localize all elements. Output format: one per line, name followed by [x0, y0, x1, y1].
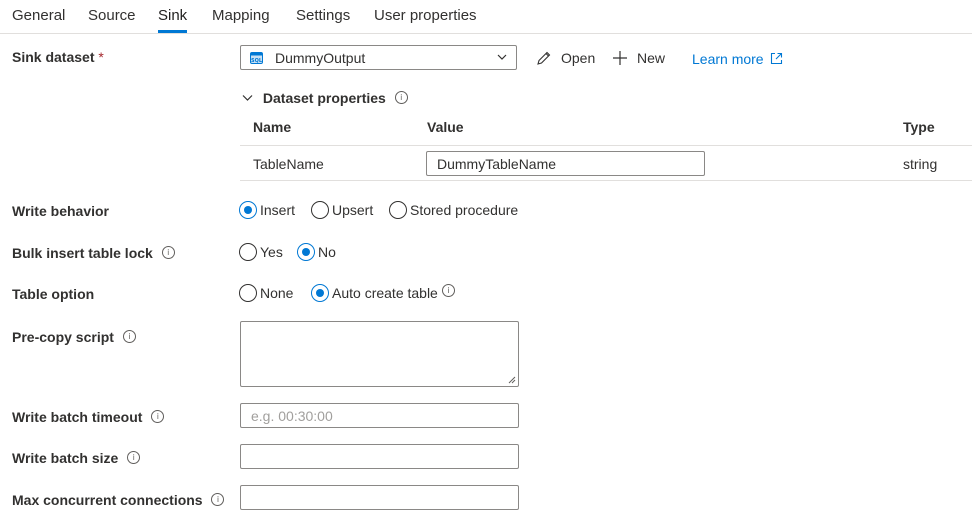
tab-general[interactable]: General: [12, 7, 65, 24]
active-tab-indicator: [158, 30, 187, 33]
radio-label: Upsert: [332, 202, 374, 218]
info-icon: i: [161, 246, 175, 259]
learn-more-link[interactable]: Learn more: [692, 51, 783, 67]
info-icon: i: [122, 330, 136, 343]
required-marker: *: [98, 49, 104, 65]
max-concurrent-connections-label-text: Max concurrent connections: [12, 492, 203, 508]
write-batch-timeout-label: Write batch timeout i: [12, 409, 165, 425]
radio-circle-selected: [239, 201, 257, 219]
write-batch-timeout-input[interactable]: [240, 403, 519, 428]
radio-circle-selected: [297, 243, 315, 261]
radio-label: No: [318, 244, 336, 260]
sql-table-icon: SQL: [250, 52, 263, 64]
table-option-label: Table option: [12, 286, 95, 302]
radio-circle-selected: [311, 284, 329, 302]
tab-sink[interactable]: Sink: [158, 7, 187, 24]
pre-copy-script-label-text: Pre-copy script: [12, 329, 114, 345]
tab-settings[interactable]: Settings: [296, 7, 350, 24]
table-name-input[interactable]: [426, 151, 705, 176]
property-name: TableName: [253, 156, 324, 172]
max-concurrent-connections-label: Max concurrent connections i: [12, 492, 225, 508]
write-behavior-label: Write behavior: [12, 203, 109, 219]
write-batch-timeout-label-text: Write batch timeout: [12, 409, 143, 425]
sink-dataset-dropdown[interactable]: SQL DummyOutput: [240, 45, 517, 70]
column-header-type: Type: [903, 119, 935, 135]
radio-label: None: [260, 285, 294, 301]
sink-dataset-value: DummyOutput: [275, 50, 366, 66]
radio-label: Stored procedure: [410, 202, 519, 218]
info-icon: i: [211, 493, 225, 506]
sink-dataset-label-text: Sink dataset: [12, 49, 95, 65]
radio-label: Insert: [260, 202, 296, 218]
learn-more-label: Learn more: [692, 51, 764, 67]
table-divider: [240, 145, 972, 146]
bulk-insert-label-text: Bulk insert table lock: [12, 245, 153, 261]
radio-circle: [239, 243, 257, 261]
tab-mapping[interactable]: Mapping: [212, 7, 270, 24]
dataset-properties-toggle[interactable]: Dataset properties i: [242, 90, 408, 106]
write-batch-size-label: Write batch size i: [12, 450, 141, 466]
tab-user-properties[interactable]: User properties: [374, 7, 477, 24]
info-icon: i: [442, 284, 455, 297]
column-header-value: Value: [427, 119, 464, 135]
bulk-insert-table-lock-label: Bulk insert table lock i: [12, 245, 175, 261]
table-divider: [240, 180, 972, 181]
dataset-properties-title: Dataset properties: [262, 90, 386, 106]
info-icon: i: [394, 91, 408, 104]
resize-handle-icon[interactable]: [508, 376, 516, 384]
new-label: New: [637, 50, 666, 66]
write-batch-size-input[interactable]: [240, 444, 519, 469]
chevron-down-icon: [242, 95, 253, 101]
max-concurrent-connections-input[interactable]: [240, 485, 519, 510]
external-link-icon: [771, 52, 783, 65]
radio-label: Auto create table: [332, 285, 438, 301]
info-icon: i: [127, 451, 141, 464]
plus-icon: [613, 51, 627, 65]
property-type: string: [903, 156, 938, 172]
pre-copy-script-label: Pre-copy script i: [12, 329, 136, 345]
tab-bar: General Source Sink Mapping Settings Use…: [0, 0, 972, 34]
radio-label: Yes: [260, 244, 283, 260]
chevron-down-icon: [497, 54, 507, 60]
column-header-name: Name: [253, 119, 292, 135]
radio-circle: [239, 284, 257, 302]
open-label: Open: [561, 50, 596, 66]
pre-copy-script-textarea[interactable]: [240, 321, 519, 387]
sink-dataset-label: Sink dataset *: [12, 49, 104, 65]
write-batch-size-label-text: Write batch size: [12, 450, 119, 466]
tab-source[interactable]: Source: [88, 7, 136, 24]
pencil-icon: [537, 51, 551, 65]
svg-text:SQL: SQL: [251, 58, 263, 64]
radio-circle: [389, 201, 407, 219]
info-icon: i: [151, 410, 165, 423]
radio-circle: [311, 201, 329, 219]
